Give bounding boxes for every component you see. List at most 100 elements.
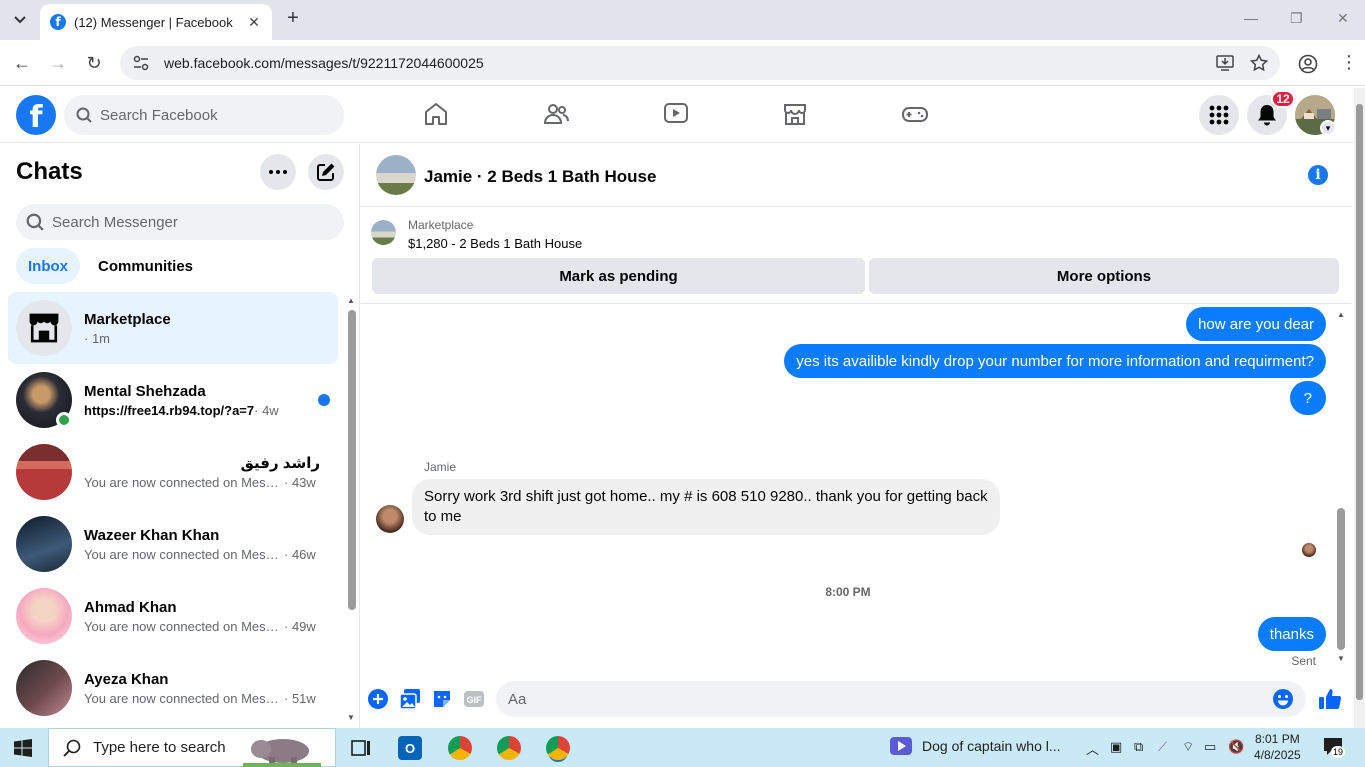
- taskbar-clock[interactable]: 8:01 PM 4/8/2025: [1254, 731, 1301, 763]
- thread-scrollbar[interactable]: [1337, 508, 1345, 650]
- listing-price-title[interactable]: $1,280 - 2 Beds 1 Bath House: [408, 236, 582, 251]
- conversation-title[interactable]: Jamie · 2 Beds 1 Bath House: [424, 167, 656, 187]
- media-play-icon: [890, 737, 912, 755]
- tray-chevron-icon[interactable]: ︿: [1086, 739, 1099, 758]
- chrome-profile-3-icon[interactable]: [546, 736, 570, 760]
- windows-taskbar: Type here to search O Dog of captain who…: [0, 728, 1365, 767]
- wifi-icon[interactable]: ⌔: [1182, 739, 1194, 755]
- new-message-button[interactable]: [308, 154, 344, 190]
- tray-app-icon[interactable]: ▣: [1110, 739, 1122, 755]
- chat-item-wazeer-khan[interactable]: Wazeer Khan Khan You are now connected o…: [8, 508, 338, 580]
- battery-icon[interactable]: ▭: [1204, 739, 1216, 755]
- account-menu-chevron-icon[interactable]: ▾: [1320, 120, 1336, 136]
- chrome-profile-1-icon[interactable]: [448, 736, 472, 760]
- compose-icon: [317, 163, 335, 181]
- home-icon[interactable]: [423, 101, 449, 127]
- friends-icon[interactable]: [543, 101, 569, 127]
- close-tab-icon[interactable]: ✕: [246, 14, 262, 30]
- forward-button[interactable]: →: [47, 52, 69, 74]
- address-bar[interactable]: web.facebook.com/messages/t/922117204460…: [120, 46, 1280, 80]
- volume-muted-icon[interactable]: 🔇: [1228, 739, 1244, 755]
- outgoing-message[interactable]: thanks: [1257, 617, 1326, 651]
- gaming-icon[interactable]: [902, 101, 928, 127]
- bookmark-star-icon[interactable]: [1250, 54, 1268, 72]
- tab-inbox[interactable]: Inbox: [16, 248, 80, 284]
- scroll-up-arrow-icon[interactable]: ▲: [347, 296, 355, 305]
- tab-list-button[interactable]: [6, 6, 34, 34]
- page-scrollbar-thumb[interactable]: [1356, 104, 1363, 700]
- browser-tab-messenger[interactable]: f (12) Messenger | Facebook ✕: [40, 4, 272, 40]
- gif-icon[interactable]: GIF: [463, 688, 485, 710]
- restore-button[interactable]: ❐: [1290, 10, 1303, 27]
- windows-start-icon[interactable]: [14, 739, 32, 757]
- listing-thumbnail[interactable]: [371, 220, 396, 245]
- media-title: Dog of captain who l...: [922, 738, 1061, 754]
- messenger-search-input[interactable]: Search Messenger: [16, 204, 344, 240]
- close-window-button[interactable]: ✕: [1337, 10, 1349, 27]
- emoji-icon[interactable]: [1272, 688, 1294, 710]
- chat-item-rashid-rafiq[interactable]: راشد رفیق You are now connected on Messe…: [8, 436, 338, 508]
- facebook-search-input[interactable]: Search Facebook: [64, 95, 344, 135]
- browser-menu-icon[interactable]: ⋮: [1340, 52, 1358, 73]
- taskbar-search-input[interactable]: Type here to search: [48, 728, 336, 767]
- search-icon: [26, 213, 44, 231]
- info-icon[interactable]: i: [1308, 165, 1328, 185]
- chat-snippet: You are now connected on Messe...: [84, 618, 284, 634]
- chat-list-scrollbar[interactable]: [348, 310, 356, 610]
- outgoing-message[interactable]: yes its availible kindly drop your numbe…: [784, 344, 1326, 378]
- chat-item-marketplace[interactable]: Marketplace · 1m: [8, 292, 338, 364]
- scroll-up-arrow-icon[interactable]: ▲: [1337, 310, 1345, 319]
- chat-item-ayeza-khan[interactable]: Ayeza Khan You are now connected on Mess…: [8, 652, 338, 724]
- action-center-icon[interactable]: 19: [1323, 737, 1345, 758]
- incoming-message[interactable]: Sorry work 3rd shift just got home.. my …: [412, 479, 1000, 535]
- chat-name: Ayeza Khan: [84, 670, 169, 688]
- thumbs-up-icon[interactable]: [1318, 687, 1342, 711]
- message-timestamp: 8:00 PM: [825, 585, 871, 599]
- scroll-down-arrow-icon[interactable]: ▼: [1337, 654, 1345, 663]
- tray-pen-icon[interactable]: ⟋: [1158, 739, 1167, 755]
- online-status-dot: [56, 412, 72, 428]
- profile-icon[interactable]: [1298, 54, 1318, 74]
- mark-as-pending-button[interactable]: Mark as pending: [372, 258, 865, 294]
- site-settings-icon[interactable]: [132, 55, 150, 71]
- marketplace-icon[interactable]: [782, 101, 808, 127]
- page-scrollbar[interactable]: [1354, 88, 1365, 728]
- chat-time: · 51w: [284, 690, 316, 706]
- outgoing-message[interactable]: how are you dear: [1186, 307, 1326, 341]
- media-widget[interactable]: Dog of captain who l...: [890, 737, 1061, 755]
- message-composer: GIF Aa: [361, 675, 1351, 728]
- outlook-icon[interactable]: O: [398, 736, 422, 760]
- chrome-profile-2-icon[interactable]: [497, 736, 521, 760]
- chat-list: Marketplace · 1m Mental Shehzada https:/…: [8, 292, 338, 728]
- chat-snippet: You are now connected on Messe...: [84, 690, 284, 706]
- outgoing-message[interactable]: ?: [1289, 381, 1326, 415]
- minimize-button[interactable]: —: [1244, 10, 1258, 26]
- new-tab-button[interactable]: +: [282, 8, 304, 30]
- chat-time: · 1m: [84, 330, 110, 346]
- chat-time: · 43w: [284, 475, 316, 490]
- grid-menu-icon: [1209, 105, 1229, 125]
- chat-snippet: You are now connected on Messe...: [84, 475, 284, 490]
- more-options-button[interactable]: More options: [869, 258, 1339, 294]
- tab-communities[interactable]: Communities: [86, 248, 205, 284]
- facebook-logo-icon[interactable]: f: [16, 95, 56, 135]
- task-view-icon[interactable]: [349, 736, 373, 760]
- chat-options-button[interactable]: [260, 154, 296, 190]
- back-button[interactable]: ←: [11, 52, 33, 74]
- sticker-icon[interactable]: [431, 688, 453, 710]
- listing-avatar[interactable]: [376, 155, 416, 195]
- photo-icon[interactable]: [399, 688, 421, 710]
- tray-meet-icon[interactable]: ⧉: [1134, 739, 1143, 755]
- chat-item-ahmad-khan[interactable]: Ahmad Khan You are now connected on Mess…: [8, 580, 338, 652]
- video-icon[interactable]: [663, 101, 689, 127]
- taskbar-search-placeholder: Type here to search: [93, 739, 226, 756]
- sender-avatar[interactable]: [376, 505, 404, 533]
- chat-snippet: You are now connected on Messe...: [84, 546, 284, 562]
- plus-circle-icon[interactable]: [367, 688, 389, 710]
- menu-button[interactable]: [1199, 95, 1239, 135]
- reload-button[interactable]: ↻: [83, 52, 105, 74]
- install-app-icon[interactable]: [1216, 54, 1234, 72]
- message-input[interactable]: Aa: [496, 681, 1306, 717]
- scroll-down-arrow-icon[interactable]: ▼: [347, 713, 355, 722]
- chat-item-mental-shehzada[interactable]: Mental Shehzada https://free14.rb94.top/…: [8, 364, 338, 436]
